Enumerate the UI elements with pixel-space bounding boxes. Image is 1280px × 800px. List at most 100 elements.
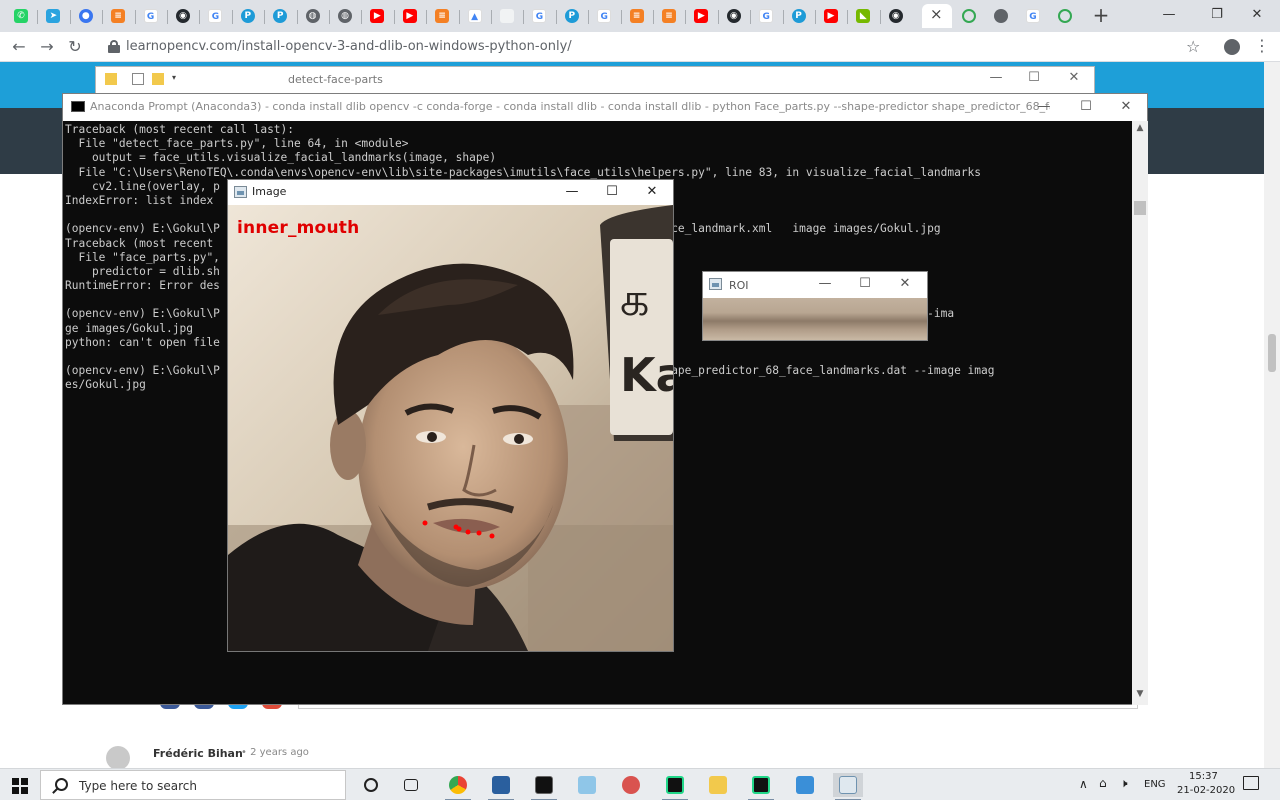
page-scrollbar[interactable]: [1264, 62, 1280, 768]
page-scrollbar-thumb[interactable]: [1268, 334, 1276, 372]
browser-tab[interactable]: ◍: [298, 4, 328, 28]
browser-tab[interactable]: [492, 4, 522, 28]
terminal-scrollbar[interactable]: ▲ ▼: [1132, 121, 1148, 705]
conda-minimize-button[interactable]: —: [1023, 96, 1065, 118]
explorer-close-button[interactable]: ✕: [1054, 70, 1094, 85]
browser-tab[interactable]: P: [784, 4, 814, 28]
google-tab-icon: G: [532, 9, 547, 23]
browser-tab[interactable]: ▶: [395, 4, 425, 28]
browser-tab[interactable]: ✆: [6, 4, 36, 28]
image-maximize-button[interactable]: ☐: [592, 181, 632, 203]
taskbar-notepad[interactable]: [572, 773, 602, 797]
tab-separator: [37, 10, 39, 24]
browser-tab[interactable]: ◣: [848, 4, 878, 28]
browser-tab[interactable]: ≡: [622, 4, 652, 28]
menu-kebab-icon[interactable]: ⋮: [1254, 36, 1270, 55]
taskbar-search-box[interactable]: Type here to search: [40, 770, 346, 800]
browser-tab[interactable]: ◍: [330, 4, 360, 28]
new-tab-button[interactable]: +: [1090, 3, 1112, 27]
dropdown-icon[interactable]: ▾: [172, 73, 180, 85]
browser-tab[interactable]: P: [557, 4, 587, 28]
browser-tab[interactable]: P: [233, 4, 263, 28]
google-tab-icon: G: [208, 9, 223, 23]
forward-button[interactable]: →: [36, 36, 58, 58]
back-button[interactable]: ←: [8, 36, 30, 58]
browser-tab[interactable]: ▶: [816, 4, 846, 28]
language-indicator[interactable]: ENG: [1144, 779, 1166, 790]
browser-tab[interactable]: G: [136, 4, 166, 28]
taskbar-chrome[interactable]: [443, 773, 473, 800]
network-icon[interactable]: ⌂: [1099, 776, 1107, 790]
image-minimize-button[interactable]: —: [552, 181, 592, 203]
lock-icon[interactable]: [108, 40, 120, 53]
roi-minimize-button[interactable]: —: [805, 273, 845, 295]
scroll-down-arrow-icon[interactable]: ▼: [1132, 689, 1148, 699]
browser-tab[interactable]: ◉: [719, 4, 749, 28]
anaconda-titlebar[interactable]: Anaconda Prompt (Anaconda3) - conda inst…: [63, 94, 1147, 121]
properties-icon[interactable]: [132, 73, 144, 85]
conda-maximize-button[interactable]: ☐: [1065, 96, 1107, 118]
taskbar-snipping[interactable]: [616, 773, 646, 797]
browser-tab[interactable]: G: [524, 4, 554, 28]
url-field[interactable]: learnopencv.com/install-opencv-3-and-dli…: [126, 39, 572, 54]
tab-active[interactable]: ×: [922, 4, 952, 28]
svg-text:Ka: Ka: [620, 348, 673, 402]
roi-maximize-button[interactable]: ☐: [845, 273, 885, 295]
close-button[interactable]: ✕: [1234, 2, 1280, 28]
clock-date[interactable]: 21-02-2020: [1177, 785, 1235, 796]
terminal-icon: [71, 101, 85, 112]
tab-globe[interactable]: [986, 4, 1016, 28]
taskbar-cmd[interactable]: [529, 773, 559, 800]
roi-window-icon: [709, 278, 722, 290]
taskbar-powershell[interactable]: [486, 773, 516, 800]
tab-loading-2[interactable]: [1050, 4, 1080, 28]
volume-icon[interactable]: 🕨: [1120, 776, 1128, 791]
browser-tab[interactable]: ●: [71, 4, 101, 28]
taskbar-opencv-window[interactable]: [833, 773, 863, 800]
image-window-titlebar[interactable]: Image — ☐ ✕: [228, 180, 673, 205]
terminal-scrollbar-thumb[interactable]: [1134, 201, 1146, 215]
browser-tab[interactable]: ◉: [881, 4, 911, 28]
roi-close-button[interactable]: ✕: [885, 273, 925, 295]
google-tab-icon: G: [1026, 9, 1040, 23]
new-folder-icon[interactable]: [152, 73, 164, 85]
cortana-button[interactable]: [356, 773, 386, 797]
explorer-maximize-button[interactable]: ☐: [1014, 70, 1054, 85]
browser-tab[interactable]: ▶: [686, 4, 716, 28]
close-tab-icon[interactable]: ×: [930, 5, 943, 23]
taskbar-control-panel[interactable]: [790, 773, 820, 797]
tab-google[interactable]: G: [1018, 4, 1048, 28]
taskbar-pycharm-1[interactable]: [660, 773, 690, 800]
clock-time[interactable]: 15:37: [1189, 771, 1218, 782]
explorer-minimize-button[interactable]: —: [976, 70, 1016, 85]
windows-start-icon[interactable]: [12, 778, 28, 794]
roi-window-titlebar[interactable]: ROI — ☐ ✕: [703, 272, 927, 298]
notification-center-icon[interactable]: [1243, 776, 1259, 790]
comment-author[interactable]: Frédéric Bihan: [153, 747, 243, 760]
browser-tab[interactable]: ≡: [427, 4, 457, 28]
taskbar-file-explorer[interactable]: [703, 773, 733, 797]
minimize-button[interactable]: —: [1146, 2, 1192, 28]
browser-tab[interactable]: ▶: [362, 4, 392, 28]
conda-close-button[interactable]: ✕: [1105, 96, 1147, 118]
reload-button[interactable]: ↻: [64, 36, 86, 58]
image-close-button[interactable]: ✕: [632, 181, 672, 203]
tray-chevron-icon[interactable]: ∧: [1079, 777, 1088, 791]
browser-tab[interactable]: ▲: [460, 4, 490, 28]
browser-tab[interactable]: P: [265, 4, 295, 28]
browser-tab[interactable]: G: [751, 4, 781, 28]
browser-tab[interactable]: ➤: [38, 4, 68, 28]
browser-tab[interactable]: G: [589, 4, 619, 28]
browser-tab[interactable]: G: [200, 4, 230, 28]
browser-tab[interactable]: ≡: [103, 4, 133, 28]
browser-tab[interactable]: ◉: [168, 4, 198, 28]
profile-avatar-icon[interactable]: [1224, 39, 1240, 55]
browser-tab[interactable]: ≡: [654, 4, 684, 28]
taskbar-pycharm-2[interactable]: [746, 773, 776, 800]
tab-loading-1[interactable]: [954, 4, 984, 28]
task-view-button[interactable]: [396, 773, 426, 797]
bookmark-star-icon[interactable]: ☆: [1186, 37, 1200, 56]
tab-separator: [361, 10, 363, 24]
scroll-up-arrow-icon[interactable]: ▲: [1132, 123, 1148, 133]
tab-separator: [134, 10, 136, 24]
